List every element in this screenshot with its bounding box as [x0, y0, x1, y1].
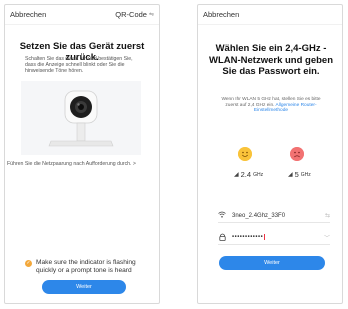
cancel-button[interactable]: Abbrechen [203, 10, 239, 19]
qr-code-button[interactable]: QR-Code ⇋ [115, 10, 154, 19]
swap-icon[interactable]: ⇆ [325, 212, 330, 219]
qr-scan-icon: ⇋ [148, 12, 154, 18]
instruction-text: Schalten Sie das Gerät ein und bestätige… [25, 56, 133, 75]
qr-code-label: QR-Code [115, 10, 147, 19]
band-24ghz-label: ◢ 2.4 GHz [234, 170, 263, 179]
sad-face-icon [290, 147, 304, 161]
camera-illustration [21, 81, 141, 155]
pairing-hint[interactable]: Führen Sie die Netzpaarung nach Aufforde… [5, 161, 159, 167]
top-bar: Abbrechen QR-Code ⇋ [5, 5, 159, 25]
reset-device-screen: Abbrechen QR-Code ⇋ Setzen Sie das Gerät… [4, 4, 160, 304]
wifi-setup-screen: Abbrechen Wählen Sie ein 2,4-GHz -WLAN-N… [197, 4, 343, 304]
page-title: Wählen Sie ein 2,4-GHz -WLAN-Netzwerk un… [208, 43, 334, 77]
top-bar: Abbrechen [198, 5, 342, 25]
next-button[interactable]: Weiter [219, 256, 325, 270]
lock-icon [218, 233, 226, 243]
instruction-text: Wenn Ihr WLAN 5 GHz hat, stellen Sie es … [216, 97, 326, 114]
password-input[interactable]: •••••••••••• [232, 234, 318, 241]
wifi-ssid-field[interactable]: 3neo_2.4Ghz_33F0 ⇆ [218, 209, 330, 223]
chevron-down-icon[interactable]: ﹀ [324, 233, 330, 242]
band-5ghz-label: ◢ 5 GHz [288, 170, 311, 179]
band-5-value: 5 [294, 170, 299, 179]
band-24-value: 2.4 [240, 170, 252, 179]
wifi-icon: ◢ [288, 172, 293, 178]
band-24-unit: GHz [253, 171, 264, 178]
text-caret [264, 234, 266, 241]
password-field[interactable]: •••••••••••• ﹀ [218, 231, 330, 245]
wifi-ssid-value[interactable]: 3neo_2.4Ghz_33F0 [232, 213, 319, 219]
confirm-checkbox-row[interactable]: ✓ Make sure the indicator is flashing qu… [25, 259, 153, 275]
check-circle-icon[interactable]: ✓ [25, 260, 32, 267]
cancel-button[interactable]: Abbrechen [10, 10, 46, 19]
wifi-icon [218, 211, 226, 220]
password-value: •••••••••••• [232, 234, 264, 241]
next-button[interactable]: Weiter [42, 280, 126, 294]
camera-icon [21, 81, 141, 155]
band-5-unit: GHz [300, 171, 311, 178]
happy-face-icon [238, 147, 252, 161]
checkbox-label: Make sure the indicator is flashing quic… [36, 259, 136, 274]
wifi-icon: ◢ [234, 172, 239, 178]
